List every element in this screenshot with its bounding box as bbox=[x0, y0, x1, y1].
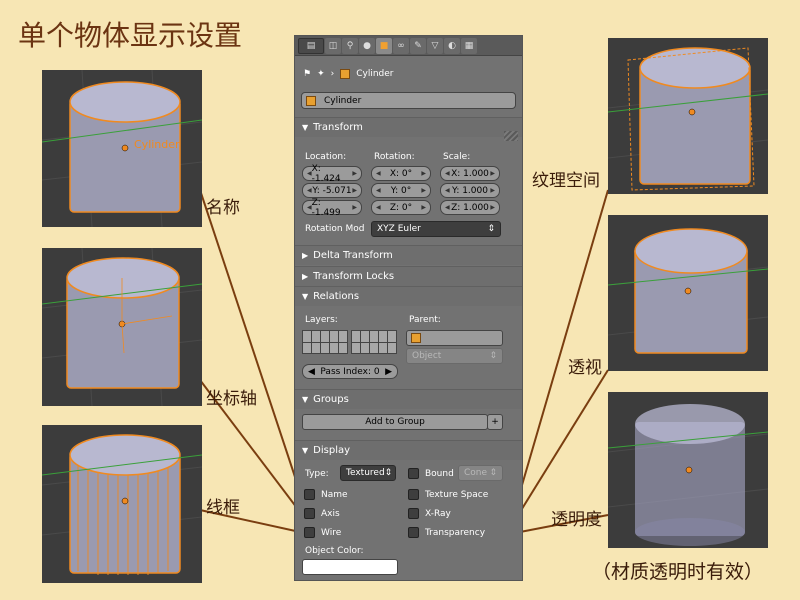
object-tab-icon[interactable]: ■ bbox=[376, 37, 392, 54]
scale-y-field[interactable]: ◀ Y: 1.000 ▶ bbox=[440, 183, 500, 198]
scene-tab-icon[interactable]: ⚲ bbox=[342, 37, 358, 54]
callout-line-xray bbox=[519, 369, 609, 513]
rotation-x-field[interactable]: ◀ X: 0° ▶ bbox=[371, 166, 431, 181]
updown-arrows-icon: ⇕ bbox=[487, 224, 495, 234]
updown-arrows-icon: ⇕ bbox=[384, 468, 393, 478]
breadcrumb: ⚑ ✦ › Cylinder bbox=[295, 62, 522, 86]
delta-transform-header[interactable]: ▶ Delta Transform bbox=[295, 245, 522, 265]
scene-icon: ✦ bbox=[317, 69, 325, 79]
label-axis: 坐标轴 bbox=[206, 389, 257, 409]
rotation-mode-dropdown[interactable]: XYZ Euler ⇕ bbox=[371, 221, 501, 237]
label-texture-space: 纹理空间 bbox=[532, 171, 600, 191]
callout-line-texture-space bbox=[519, 189, 609, 493]
chevron-right-icon: › bbox=[330, 69, 335, 79]
display-type-label: Type: bbox=[305, 469, 329, 479]
viewport-object-name: Cylinder bbox=[134, 138, 180, 151]
viewport-name-preview: Cylinder bbox=[42, 70, 202, 227]
material-tab-icon[interactable]: ◐ bbox=[444, 37, 460, 54]
rotation-mode-label: Rotation Mod bbox=[305, 224, 365, 234]
label-name: 名称 bbox=[206, 198, 240, 218]
viewport-transparency-preview bbox=[608, 392, 768, 548]
location-y-field[interactable]: ◀ Y: -5.071 ▶ bbox=[302, 183, 362, 198]
object-cube-icon bbox=[411, 333, 421, 343]
transparency-checkbox[interactable]: Transparency bbox=[408, 527, 485, 538]
pin-icon[interactable]: ⚑ bbox=[303, 69, 311, 79]
viewport-axis-preview bbox=[42, 248, 202, 406]
groups-header[interactable]: ▼ Groups bbox=[295, 389, 522, 409]
layers-label: Layers: bbox=[305, 315, 338, 325]
rotation-y-field[interactable]: ◀ Y: 0° ▶ bbox=[371, 183, 431, 198]
display-header[interactable]: ▼ Display bbox=[295, 440, 522, 460]
parent-field[interactable] bbox=[406, 330, 503, 346]
bound-type-dropdown[interactable]: Cone ⇕ bbox=[458, 465, 503, 481]
viewport-xray-preview bbox=[608, 215, 768, 371]
wire-checkbox[interactable]: Wire bbox=[304, 527, 341, 538]
editor-type-button[interactable]: ▤ bbox=[298, 37, 324, 54]
breadcrumb-object: Cylinder bbox=[356, 69, 394, 79]
parent-label: Parent: bbox=[409, 315, 441, 325]
expanded-triangle-icon: ▼ bbox=[302, 446, 309, 455]
data-tab-icon[interactable]: ▽ bbox=[427, 37, 443, 54]
label-transparency: 透明度 bbox=[551, 510, 602, 530]
scale-z-field[interactable]: ◀ Z: 1.000 ▶ bbox=[440, 200, 500, 215]
xray-checkbox[interactable]: X-Ray bbox=[408, 508, 451, 519]
viewport-wire-preview bbox=[42, 425, 202, 583]
updown-arrows-icon: ⇕ bbox=[489, 468, 497, 478]
transparency-note: （材质透明时有效） bbox=[592, 561, 764, 583]
object-name-field[interactable]: Cylinder bbox=[301, 92, 516, 109]
updown-arrows-icon: ⇕ bbox=[489, 351, 497, 361]
collapsed-triangle-icon: ▶ bbox=[302, 272, 309, 281]
collapsed-triangle-icon: ▶ bbox=[302, 251, 309, 260]
axis-checkbox[interactable]: Axis bbox=[304, 508, 340, 519]
location-label: Location: bbox=[305, 152, 347, 162]
modifiers-tab-icon[interactable]: ✎ bbox=[410, 37, 426, 54]
object-cube-icon bbox=[306, 95, 316, 106]
expanded-triangle-icon: ▼ bbox=[302, 123, 309, 132]
constraints-tab-icon[interactable]: ∞ bbox=[393, 37, 409, 54]
scale-label: Scale: bbox=[443, 152, 471, 162]
page-title: 单个物体显示设置 bbox=[18, 19, 243, 52]
location-x-field[interactable]: ◀ X: -1.424 ▶ bbox=[302, 164, 362, 184]
label-wire: 线框 bbox=[206, 498, 240, 518]
rotation-z-field[interactable]: ◀ Z: 0° ▶ bbox=[371, 200, 431, 215]
object-cube-icon bbox=[340, 69, 351, 79]
render-tab-icon[interactable]: ◫ bbox=[325, 37, 341, 54]
transform-locks-header[interactable]: ▶ Transform Locks bbox=[295, 266, 522, 286]
parent-type-dropdown[interactable]: Object ⇕ bbox=[406, 348, 503, 364]
location-z-field[interactable]: ◀ Z: -1.499 ▶ bbox=[302, 198, 362, 218]
add-group-plus-button[interactable]: + bbox=[487, 414, 503, 430]
scale-x-field[interactable]: ◀ X: 1.000 ▶ bbox=[440, 166, 500, 181]
viewport-texture-space-preview bbox=[608, 38, 768, 194]
texture-tab-icon[interactable]: ▦ bbox=[461, 37, 477, 54]
expanded-triangle-icon: ▼ bbox=[302, 292, 309, 301]
layers-grid-2[interactable] bbox=[351, 330, 397, 354]
name-checkbox[interactable]: Name bbox=[304, 489, 348, 500]
layers-grid-1[interactable] bbox=[302, 330, 348, 354]
properties-tabbar: ▤ ◫ ⚲ ● ■ ∞ ✎ ▽ ◐ ▦ bbox=[295, 36, 522, 56]
pass-index-field[interactable]: ◀ Pass Index: 0 ▶ bbox=[302, 364, 398, 379]
properties-panel: ▤ ◫ ⚲ ● ■ ∞ ✎ ▽ ◐ ▦ ⚑ ✦ › Cylinder Cylin… bbox=[294, 35, 523, 581]
world-tab-icon[interactable]: ● bbox=[359, 37, 375, 54]
expanded-triangle-icon: ▼ bbox=[302, 395, 309, 404]
label-xray: 透视 bbox=[568, 358, 602, 378]
callout-line-name bbox=[199, 189, 301, 493]
object-color-swatch[interactable] bbox=[302, 559, 398, 575]
bound-checkbox[interactable]: Bound bbox=[408, 468, 454, 479]
add-to-group-button[interactable]: Add to Group bbox=[302, 414, 488, 430]
relations-header[interactable]: ▼ Relations bbox=[295, 286, 522, 306]
object-color-label: Object Color: bbox=[305, 546, 364, 556]
transform-header[interactable]: ▼ Transform bbox=[295, 117, 522, 137]
rotation-label: Rotation: bbox=[374, 152, 415, 162]
transform-title: Transform bbox=[313, 122, 363, 133]
object-name-value: Cylinder bbox=[324, 95, 362, 106]
texture-space-checkbox[interactable]: Texture Space bbox=[408, 489, 488, 500]
display-type-dropdown[interactable]: Textured ⇕ bbox=[340, 465, 396, 481]
drag-grip-icon[interactable] bbox=[504, 131, 518, 141]
